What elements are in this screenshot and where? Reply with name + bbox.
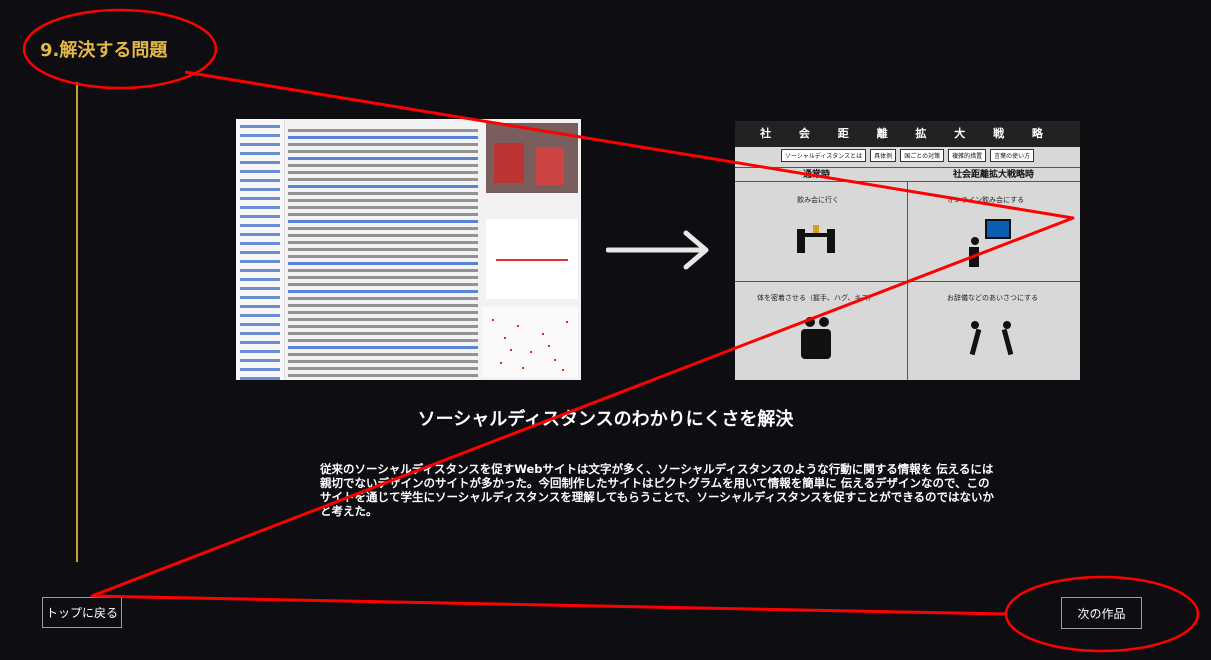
- wiki-graph: [486, 219, 578, 299]
- next-work-button[interactable]: 次の作品: [1061, 597, 1142, 629]
- after-site-nav: ソーシャルディスタンスとは 具体例 国ごとの対策 複雑的措置 言葉の使い方: [735, 149, 1080, 163]
- cell-text: 飲み会に行く: [797, 196, 839, 204]
- after-site-screenshot: 社 会 距 離 拡 大 戦 略 ソーシャルディスタンスとは 具体例 国ごとの対策…: [735, 121, 1080, 380]
- col-strategy-heading: 社会距離拡大戦略時: [953, 170, 1035, 180]
- after-site-nav-item: ソーシャルディスタンスとは: [780, 149, 867, 162]
- section-subtitle: ソーシャルディスタンスのわかりにくさを解決: [417, 409, 794, 430]
- section-title: 9.解決する問題: [40, 40, 168, 61]
- col-normal-heading: 通常時: [803, 170, 831, 180]
- wiki-dot-diagram: [482, 307, 578, 377]
- before-site-screenshot: [236, 119, 581, 380]
- wiki-sidebar: [236, 119, 285, 380]
- after-site-nav-item: 国ごとの対策: [900, 149, 945, 162]
- wiki-article-text: [288, 125, 478, 380]
- after-site-nav-item: 言葉の使い方: [990, 149, 1035, 162]
- right-arrow-icon: [606, 230, 709, 270]
- after-site-grid: 通常時 社会距離拡大戦略時 飲み会に行く オンライン飲み会にする 体を密着させる…: [735, 167, 1080, 380]
- section-description: 従来のソーシャルディスタンスを促すWebサイトは文字が多く、ソーシャルディスタン…: [320, 462, 995, 518]
- after-site-nav-item: 具体例: [870, 149, 897, 162]
- cell-text: 体を密着させる（握手、ハグ、キス）: [757, 294, 876, 302]
- cell-text: お辞儀などのあいさつにする: [947, 294, 1039, 302]
- after-site-nav-item: 複雑的措置: [948, 149, 987, 162]
- wiki-photo: [486, 123, 578, 193]
- after-site-header: 社 会 距 離 拡 大 戦 略: [735, 121, 1080, 147]
- back-to-top-button[interactable]: トップに戻る: [42, 597, 122, 628]
- timeline-line: [76, 82, 78, 562]
- cell-text: オンライン飲み会にする: [947, 196, 1025, 204]
